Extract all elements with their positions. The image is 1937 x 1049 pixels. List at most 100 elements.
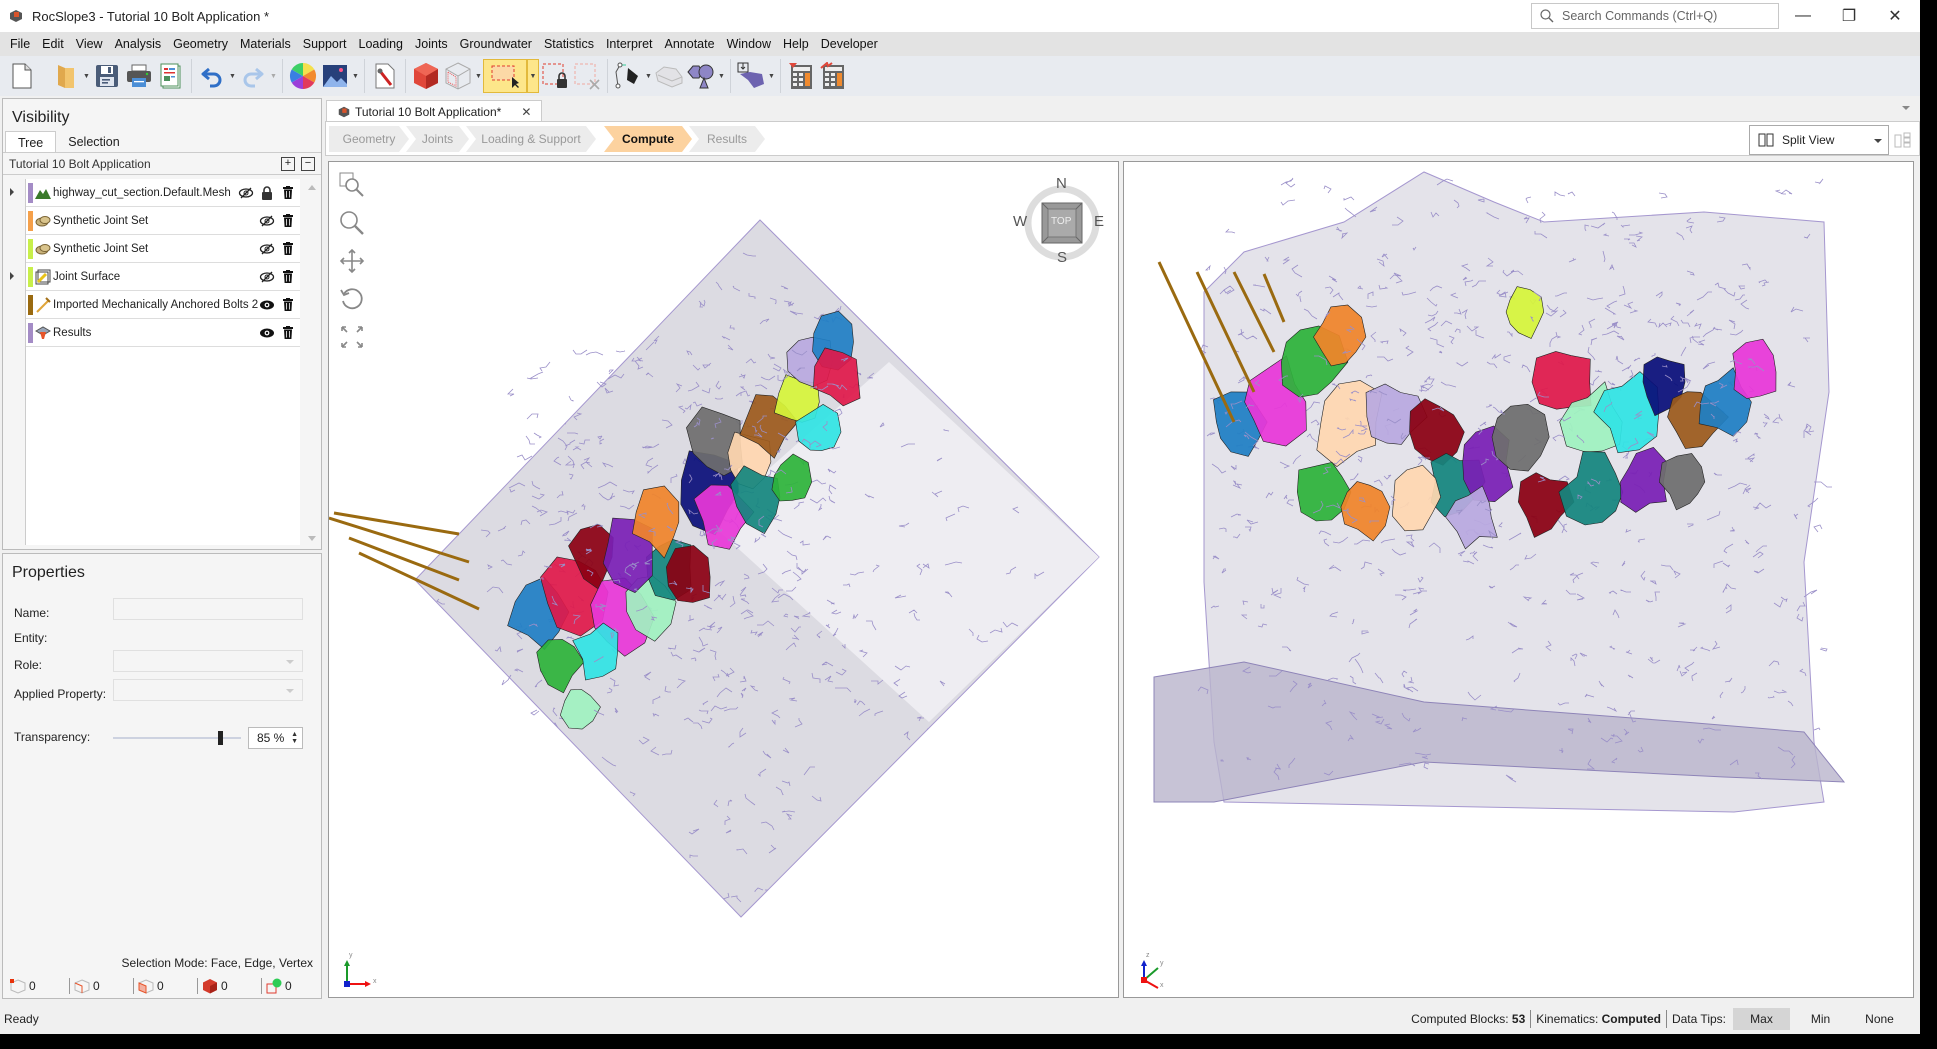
menu-edit[interactable]: Edit xyxy=(36,32,70,56)
shapes-dropdown[interactable]: ▼ xyxy=(717,59,726,93)
save-button[interactable] xyxy=(91,59,123,93)
visible-eye-icon[interactable] xyxy=(258,324,276,342)
scroll-up-icon[interactable] xyxy=(308,185,316,190)
collapse-all-icon[interactable]: − xyxy=(301,156,315,171)
close-button[interactable]: ✕ xyxy=(1872,0,1918,32)
box-select-button[interactable] xyxy=(483,59,527,93)
wireframe-dropdown[interactable]: ▼ xyxy=(474,59,483,93)
expand-arrow-icon[interactable] xyxy=(10,188,14,196)
wireframe-view-button[interactable] xyxy=(442,59,474,93)
restore-button[interactable]: ❐ xyxy=(1826,0,1872,32)
report-button[interactable] xyxy=(155,59,187,93)
menu-analysis[interactable]: Analysis xyxy=(109,32,168,56)
close-tab-icon[interactable]: ✕ xyxy=(521,105,531,119)
spin-arrows-icon[interactable]: ▲ ▼ xyxy=(291,731,298,745)
data-tips-none-button[interactable]: None xyxy=(1851,1008,1908,1030)
menu-interpret[interactable]: Interpret xyxy=(600,32,659,56)
menu-file[interactable]: File xyxy=(4,32,36,56)
zoom-button[interactable] xyxy=(339,210,365,236)
tab-overflow-icon[interactable] xyxy=(1902,106,1910,110)
compute-button[interactable] xyxy=(785,59,817,93)
workflow-step-joints[interactable]: Joints xyxy=(406,126,469,152)
shapes-button[interactable] xyxy=(685,59,717,93)
slope-model-top-view[interactable] xyxy=(329,162,1119,998)
menu-joints[interactable]: Joints xyxy=(409,32,454,56)
data-tips-max-button[interactable]: Max xyxy=(1733,1008,1790,1030)
tab-selection[interactable]: Selection xyxy=(56,131,131,152)
tree-item-mesh[interactable]: highway_cut_section.Default.Mesh xyxy=(10,179,300,207)
menu-view[interactable]: View xyxy=(70,32,109,56)
applied-property-dropdown[interactable] xyxy=(113,679,303,701)
workflow-step-results[interactable]: Results xyxy=(689,126,765,152)
undo-button[interactable] xyxy=(196,59,228,93)
compass-north[interactable]: N xyxy=(1056,175,1067,192)
hidden-eye-icon[interactable] xyxy=(258,268,276,286)
minimize-button[interactable]: — xyxy=(1780,0,1826,32)
redo-button[interactable] xyxy=(237,59,269,93)
new-file-button[interactable] xyxy=(6,59,38,93)
tree-item-joint-set-1[interactable]: Synthetic Joint Set xyxy=(26,207,300,235)
compass-east[interactable]: E xyxy=(1094,213,1104,230)
compass-west[interactable]: W xyxy=(1013,213,1027,230)
hidden-eye-icon[interactable] xyxy=(258,212,276,230)
pan-button[interactable] xyxy=(339,248,365,274)
clear-selection-button[interactable] xyxy=(571,59,603,93)
expand-arrow-icon[interactable] xyxy=(10,272,14,280)
workflow-step-geometry[interactable]: Geometry xyxy=(329,126,409,152)
box-select-dropdown[interactable]: ▼ xyxy=(527,59,539,93)
tree-item-joint-surface[interactable]: Joint Surface xyxy=(10,263,300,291)
name-field[interactable] xyxy=(113,598,303,620)
undo-dropdown[interactable]: ▼ xyxy=(228,59,237,93)
view-compass[interactable]: N S E W TOP xyxy=(1013,175,1107,267)
menu-geometry[interactable]: Geometry xyxy=(167,32,234,56)
import-surface-dropdown[interactable]: ▼ xyxy=(767,59,776,93)
menu-annotate[interactable]: Annotate xyxy=(659,32,721,56)
delete-trash-icon[interactable] xyxy=(279,324,297,342)
hidden-eye-icon[interactable] xyxy=(237,184,255,202)
layout-settings-icon[interactable] xyxy=(1894,131,1912,149)
compute-export-button[interactable] xyxy=(817,59,849,93)
delete-trash-icon[interactable] xyxy=(279,212,297,230)
document-tab[interactable]: Tutorial 10 Bolt Application* ✕ xyxy=(326,100,542,122)
workflow-step-compute[interactable]: Compute xyxy=(604,126,692,152)
data-tips-min-button[interactable]: Min xyxy=(1792,1008,1849,1030)
polyline-button[interactable] xyxy=(612,59,644,93)
background-dropdown[interactable]: ▼ xyxy=(351,59,360,93)
menu-materials[interactable]: Materials xyxy=(234,32,297,56)
import-surface-button[interactable] xyxy=(735,59,767,93)
menu-loading[interactable]: Loading xyxy=(353,32,410,56)
menu-developer[interactable]: Developer xyxy=(815,32,884,56)
menu-statistics[interactable]: Statistics xyxy=(538,32,600,56)
tree-item-results[interactable]: Results xyxy=(26,319,300,347)
slope-model-front-view[interactable] xyxy=(1124,162,1914,998)
polyline-dropdown[interactable]: ▼ xyxy=(644,59,653,93)
delete-trash-icon[interactable] xyxy=(279,184,297,202)
solid-view-button[interactable] xyxy=(410,59,442,93)
redo-dropdown[interactable]: ▼ xyxy=(269,59,278,93)
zoom-window-button[interactable] xyxy=(339,172,365,198)
workflow-step-loading-support[interactable]: Loading & Support xyxy=(466,126,596,152)
menu-window[interactable]: Window xyxy=(721,32,777,56)
background-button[interactable] xyxy=(319,59,351,93)
viewport-top-view[interactable]: N S E W TOP y x xyxy=(328,161,1119,998)
transparency-slider[interactable] xyxy=(113,731,241,745)
open-folder-button[interactable] xyxy=(50,59,82,93)
print-button[interactable] xyxy=(123,59,155,93)
tab-tree[interactable]: Tree xyxy=(5,131,57,152)
visible-eye-icon[interactable] xyxy=(258,296,276,314)
scroll-down-icon[interactable] xyxy=(308,536,316,541)
delete-trash-icon[interactable] xyxy=(279,268,297,286)
search-commands-input[interactable]: Search Commands (Ctrl+Q) xyxy=(1531,3,1779,29)
delete-trash-icon[interactable] xyxy=(279,296,297,314)
delete-trash-icon[interactable] xyxy=(279,240,297,258)
color-settings-button[interactable] xyxy=(287,59,319,93)
open-folder-dropdown[interactable]: ▼ xyxy=(82,59,91,93)
edit-properties-button[interactable] xyxy=(369,59,401,93)
transparency-spinbox[interactable]: 85 % ▲ ▼ xyxy=(248,727,303,749)
menu-groundwater[interactable]: Groundwater xyxy=(454,32,538,56)
tree-item-joint-set-2[interactable]: Synthetic Joint Set xyxy=(26,235,300,263)
role-dropdown[interactable] xyxy=(113,650,303,672)
menu-support[interactable]: Support xyxy=(297,32,353,56)
expand-all-icon[interactable]: + xyxy=(281,156,295,171)
transparency-slider-thumb[interactable] xyxy=(218,731,223,745)
